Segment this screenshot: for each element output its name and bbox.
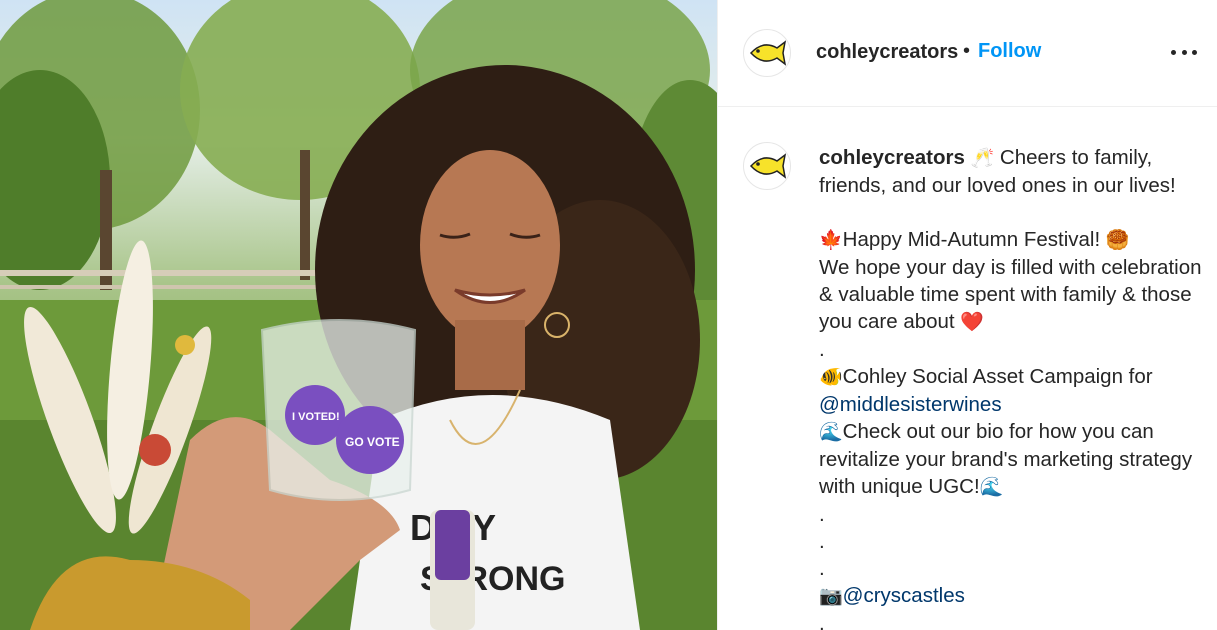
follow-button[interactable]: Follow [978, 40, 1041, 63]
heart-icon: ❤️ [960, 311, 984, 333]
caption-avatar[interactable] [743, 142, 791, 190]
sticker-text-1: I VOTED! [292, 411, 340, 423]
caption-line: 🐠Cohley Social Asset Campaign for @middl… [819, 363, 1204, 418]
caption-blank [819, 199, 1204, 226]
wave-icon: 🌊 [979, 476, 1004, 498]
header-username[interactable]: cohleycreators [816, 41, 958, 64]
moon-cake-icon: 🥮 [1105, 229, 1130, 251]
caption-username[interactable]: cohleycreators [819, 146, 965, 169]
camera-icon: 📷 [819, 585, 843, 607]
sticker-text-2: GO VOTE [345, 435, 400, 449]
post-photo[interactable]: D BY STRONG I VOTED! GO VOTE [0, 0, 717, 630]
caption-line-text: Check out our bio for how you can revita… [819, 420, 1193, 498]
more-dot-icon [1171, 49, 1176, 55]
yellow-fish-icon [749, 40, 787, 66]
caption-section: cohleycreators 🥂 Cheers to family, frien… [718, 107, 1217, 630]
caption-line: cohleycreators 🥂 Cheers to family, frien… [819, 144, 1204, 199]
caption-line-text: Cohley Social Asset Campaign for [842, 365, 1153, 388]
caption-dot: . [819, 338, 825, 361]
wave-icon: 🌊 [819, 421, 843, 443]
more-horizontal-icon[interactable] [1171, 43, 1197, 61]
caption-line: We hope your day is filled with celebrat… [819, 254, 1204, 336]
post-sidebar: cohleycreators • Follow cohleycreators 🥂… [717, 0, 1217, 630]
yellow-fish-icon [749, 153, 787, 179]
header-separator: • [963, 40, 971, 62]
caption-line-text: We hope your day is filled with celebrat… [819, 256, 1202, 333]
mention-link[interactable]: @cryscastles [843, 584, 965, 607]
caption-text: cohleycreators 🥂 Cheers to family, frien… [819, 144, 1204, 630]
caption-dot: . [819, 557, 825, 580]
caption-line-text: Happy Mid-Autumn Festival! [842, 228, 1106, 251]
caption-line: 🌊Check out our bio for how you can revit… [819, 418, 1204, 501]
mention-link[interactable]: @middlesisterwines [819, 393, 1002, 416]
more-dot-icon [1192, 49, 1197, 55]
maple-leaf-icon: 🍁 [819, 229, 843, 251]
avatar[interactable] [743, 29, 791, 77]
clinking-glasses-icon: 🥂 [970, 147, 995, 169]
caption-dot: . [819, 612, 825, 630]
caption-line: 📷@cryscastles [819, 582, 1204, 610]
photo-illustration: D BY STRONG I VOTED! GO VOTE [0, 0, 717, 630]
caption-line: 🍁Happy Mid-Autumn Festival! 🥮 [819, 226, 1204, 254]
caption-dot: . [819, 503, 825, 526]
caption-dot: . [819, 530, 825, 553]
tropical-fish-icon: 🐠 [819, 366, 843, 388]
post-header: cohleycreators • Follow [718, 0, 1217, 107]
more-dot-icon [1181, 49, 1187, 55]
